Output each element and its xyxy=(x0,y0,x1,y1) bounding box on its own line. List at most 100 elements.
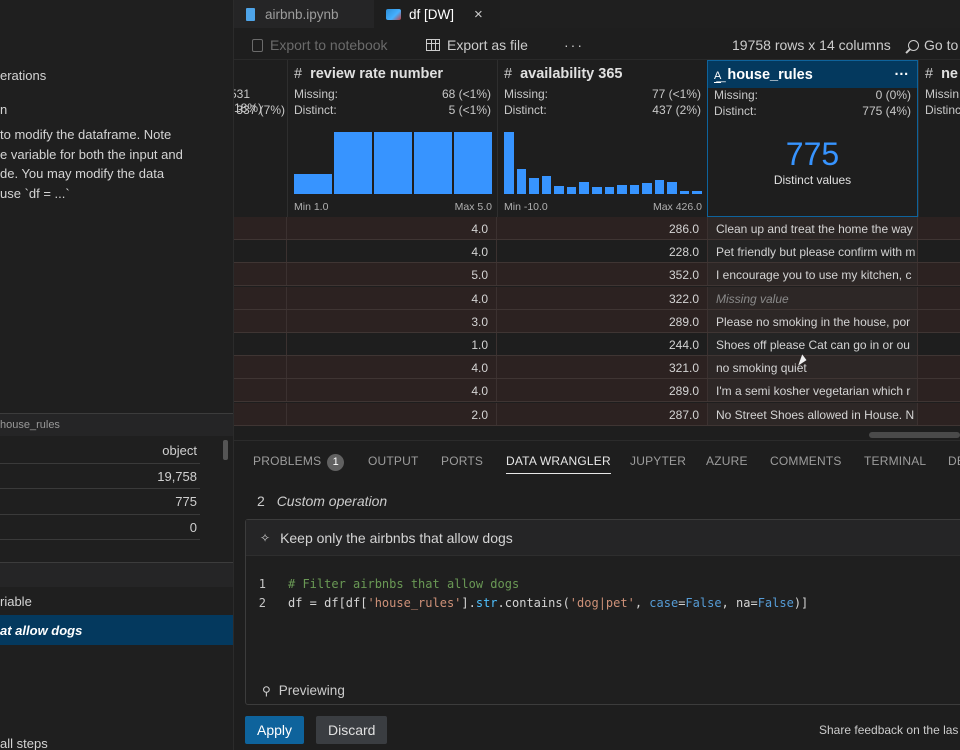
cell-next[interactable] xyxy=(918,403,960,425)
column-header-availability-365[interactable]: # availability 365 Missing: 77 (<1%) Disti… xyxy=(497,60,707,217)
histogram-bar[interactable] xyxy=(679,190,690,194)
histogram-bar[interactable] xyxy=(294,173,332,194)
histogram-bar[interactable] xyxy=(642,182,652,194)
histogram-bar[interactable] xyxy=(504,132,514,194)
panel-tab-ports[interactable]: PORTS xyxy=(441,454,483,468)
cell-next[interactable] xyxy=(918,333,960,355)
cell-review-rate[interactable]: 4.0 xyxy=(287,240,497,263)
cell-next[interactable] xyxy=(918,217,960,239)
cell-availability[interactable]: 287.0 xyxy=(497,403,707,425)
cell-review-rate[interactable]: 4.0 xyxy=(287,217,497,239)
table-row[interactable]: 4.0 322.0 Missing value xyxy=(234,286,960,310)
copilot-prompt[interactable]: ✧ Keep only the airbnbs that allow dogs xyxy=(246,520,960,556)
cell-previous[interactable] xyxy=(234,402,287,425)
code-line[interactable]: 1 # Filter airbnbs that allow dogs xyxy=(246,575,808,594)
cell-review-rate[interactable]: 2.0 xyxy=(287,402,497,425)
table-row[interactable]: 4.0 228.0 Pet friendly but please confirm … xyxy=(234,240,960,264)
cell-house-rules[interactable]: no smoking quiet xyxy=(707,356,918,379)
cell-availability[interactable]: 352.0 xyxy=(497,263,707,285)
cell-previous[interactable] xyxy=(234,356,287,379)
cell-next[interactable] xyxy=(918,263,960,285)
histogram-bar[interactable] xyxy=(554,185,564,194)
cell-previous[interactable] xyxy=(234,263,287,286)
cell-house-rules[interactable]: No Street Shoes allowed in House. N xyxy=(707,402,918,425)
histogram-bar[interactable] xyxy=(654,180,665,194)
preview-all-steps[interactable]: all steps xyxy=(0,736,48,750)
cell-availability[interactable]: 321.0 xyxy=(497,356,707,378)
histogram-bar[interactable] xyxy=(414,132,452,194)
cell-availability[interactable]: 322.0 xyxy=(497,287,707,309)
table-row[interactable]: 4.0 321.0 no smoking quiet xyxy=(234,356,960,380)
cell-previous[interactable] xyxy=(234,379,287,402)
panel-tab-jupyter[interactable]: JUPYTER xyxy=(630,454,686,468)
histogram-bar[interactable] xyxy=(334,132,372,194)
cell-previous[interactable] xyxy=(234,333,287,355)
step-load-variable[interactable]: riable xyxy=(0,594,32,609)
cell-availability[interactable]: 289.0 xyxy=(497,310,707,332)
cell-house-rules[interactable]: Pet friendly but please confirm with m xyxy=(707,240,918,263)
summary-scrollbar[interactable] xyxy=(223,440,228,460)
tab-airbnb-notebook[interactable]: airbnb.ipynb xyxy=(234,0,374,28)
column-header-review-rate-number[interactable]: # review rate number Missing: 68 (<1%) Dis… xyxy=(287,60,497,217)
panel-tab-problems[interactable]: PROBLEMS 1 xyxy=(253,454,345,471)
close-icon[interactable]: × xyxy=(474,6,483,23)
cell-previous[interactable] xyxy=(234,217,287,239)
table-row[interactable]: 2.0 287.0 No Street Shoes allowed in House… xyxy=(234,402,960,426)
step-keep-dogs-selected[interactable]: at allow dogs xyxy=(0,615,233,645)
histogram-bar[interactable] xyxy=(667,181,677,194)
column-header-next[interactable]: # ne Missin Distinc xyxy=(918,60,960,217)
histogram-bar[interactable] xyxy=(516,169,527,194)
histogram-bar[interactable] xyxy=(541,176,552,194)
cell-availability[interactable]: 289.0 xyxy=(497,379,707,401)
tab-df-data-wrangler[interactable]: df [DW] × xyxy=(374,0,500,28)
go-to-column-button[interactable]: Go to xyxy=(908,37,958,53)
cell-house-rules[interactable]: Please no smoking in the house, por xyxy=(707,309,918,332)
cell-availability[interactable]: 244.0 xyxy=(497,333,707,355)
cell-availability[interactable]: 228.0 xyxy=(497,240,707,262)
table-row[interactable]: 4.0 289.0 I'm a semi kosher vegetarian whi… xyxy=(234,379,960,403)
histogram-bar[interactable] xyxy=(566,186,577,194)
histogram-bar[interactable] xyxy=(529,177,539,194)
cell-review-rate[interactable]: 3.0 xyxy=(287,309,497,332)
table-row[interactable]: 4.0 286.0 Clean up and treat the home the … xyxy=(234,217,960,240)
panel-tab-terminal[interactable]: TERMINAL xyxy=(864,454,926,468)
panel-tab-data-wrangler[interactable]: DATA WRANGLER xyxy=(506,454,611,474)
cell-house-rules[interactable]: Clean up and treat the home the way xyxy=(707,217,918,239)
code-line[interactable]: 2 df = df[df['house_rules'].str.contains(… xyxy=(246,594,809,613)
histogram-bar[interactable] xyxy=(617,185,627,194)
column-header-house-rules[interactable]: A͟ house_rules ··· Missing: 0 (0%) Distinc… xyxy=(707,60,918,217)
horizontal-scrollbar[interactable] xyxy=(869,432,960,438)
column-more-button[interactable]: ··· xyxy=(895,67,910,88)
cell-review-rate[interactable]: 4.0 xyxy=(287,379,497,402)
cell-review-rate[interactable]: 1.0 xyxy=(287,333,497,355)
cell-next[interactable] xyxy=(918,240,960,262)
export-to-notebook-button[interactable]: Export to notebook xyxy=(252,37,388,53)
cell-house-rules[interactable]: Missing value xyxy=(707,286,918,309)
apply-button[interactable]: Apply xyxy=(245,716,305,744)
panel-tab-azure[interactable]: AZURE xyxy=(706,454,748,468)
cell-previous[interactable] xyxy=(234,240,287,263)
histogram-bar[interactable] xyxy=(692,190,702,194)
more-actions-button[interactable]: ··· xyxy=(564,37,584,53)
cell-availability[interactable]: 286.0 xyxy=(497,217,707,239)
histogram-bar[interactable] xyxy=(629,185,640,194)
histogram-bar[interactable] xyxy=(374,132,412,194)
column-header-previous[interactable]: 531 (18%) 337 (7%) xyxy=(234,60,287,217)
panel-tab-output[interactable]: OUTPUT xyxy=(368,454,419,468)
table-row[interactable]: 3.0 289.0 Please no smoking in the house, … xyxy=(234,309,960,333)
cell-review-rate[interactable]: 4.0 xyxy=(287,356,497,379)
discard-button[interactable]: Discard xyxy=(316,716,388,744)
share-feedback-link[interactable]: Share feedback on the las xyxy=(819,723,958,737)
table-row[interactable]: 5.0 352.0 I encourage you to use my kitche… xyxy=(234,263,960,287)
cell-previous[interactable] xyxy=(234,309,287,332)
histogram-bar[interactable] xyxy=(454,132,492,194)
cell-review-rate[interactable]: 4.0 xyxy=(287,286,497,309)
export-as-file-button[interactable]: Export as file xyxy=(426,37,528,53)
cell-house-rules[interactable]: I encourage you to use my kitchen, c xyxy=(707,263,918,286)
histogram-bar[interactable] xyxy=(579,181,589,194)
cell-review-rate[interactable]: 5.0 xyxy=(287,263,497,286)
table-row[interactable]: 1.0 244.0 Shoes off please Cat can go in o… xyxy=(234,333,960,356)
cell-house-rules[interactable]: I'm a semi kosher vegetarian which r xyxy=(707,379,918,402)
panel-tab-comments[interactable]: COMMENTS xyxy=(770,454,842,468)
custom-operation-editor[interactable]: ✧ Keep only the airbnbs that allow dogs … xyxy=(245,519,960,705)
